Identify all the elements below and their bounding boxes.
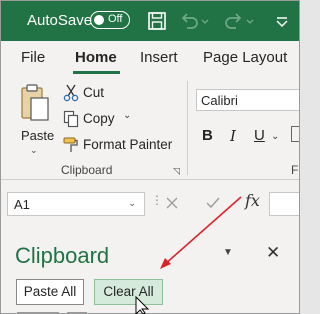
toggle-knob xyxy=(94,14,104,25)
bold-button[interactable]: B xyxy=(202,127,213,144)
active-tab-indicator xyxy=(73,71,120,74)
borders-icon[interactable] xyxy=(291,126,299,142)
tab-page-layout[interactable]: Page Layout xyxy=(203,49,287,66)
format-painter-icon xyxy=(63,137,78,152)
italic-button[interactable]: I xyxy=(230,127,236,145)
customize-chevron-icon[interactable] xyxy=(271,10,293,32)
name-box-value: A1 xyxy=(14,197,30,212)
font-group-label: F xyxy=(291,163,299,177)
excel-window: AutoSave Off File Home Insert Page Layou… xyxy=(0,0,300,314)
formula-input[interactable] xyxy=(269,192,299,216)
title-bar: AutoSave Off xyxy=(1,1,299,41)
scissors-icon xyxy=(63,84,79,102)
autosave-toggle[interactable]: Off xyxy=(90,11,130,29)
formula-bar: A1 ⌄ ⋮ fx xyxy=(1,187,299,221)
chevron-down-icon[interactable]: ⌄ xyxy=(123,110,131,121)
tab-file[interactable]: File xyxy=(21,49,45,66)
splitter-handle[interactable]: ⋮ xyxy=(151,193,163,207)
redo-icon[interactable] xyxy=(223,10,245,32)
pane-options-icon[interactable]: ▼ xyxy=(223,247,233,258)
font-name-box[interactable]: Calibri xyxy=(196,89,299,111)
toggle-state: Off xyxy=(108,13,123,25)
format-painter-label: Format Painter xyxy=(83,137,173,152)
cut-label: Cut xyxy=(83,85,105,100)
copy-label: Copy xyxy=(83,111,115,126)
copy-button[interactable]: Copy ⌄ xyxy=(61,109,137,129)
copy-icon xyxy=(63,110,79,128)
dialog-launcher-icon[interactable]: ◹ xyxy=(173,166,180,177)
tab-insert[interactable]: Insert xyxy=(140,49,178,66)
ribbon: Paste ⌄ Cut Copy ⌄ Format Painter Clipbo… xyxy=(1,75,299,180)
paste-icon xyxy=(21,84,49,121)
undo-icon[interactable] xyxy=(178,10,200,32)
format-painter-button[interactable]: Format Painter xyxy=(61,135,181,155)
name-box[interactable]: A1 ⌄ xyxy=(7,192,145,216)
insert-function-button[interactable]: fx xyxy=(245,191,260,210)
paste-button[interactable]: Paste ⌄ xyxy=(13,83,57,155)
clipboard-group-label: Clipboard xyxy=(61,163,113,177)
pane-title: Clipboard xyxy=(15,243,110,268)
cancel-icon[interactable] xyxy=(164,195,180,211)
save-icon[interactable] xyxy=(146,10,168,32)
group-separator xyxy=(187,81,188,175)
paste-all-button[interactable]: Paste All xyxy=(16,279,84,305)
underline-button[interactable]: U xyxy=(254,127,265,144)
ribbon-tabs: File Home Insert Page Layout xyxy=(1,41,299,75)
clear-all-button[interactable]: Clear All xyxy=(94,279,163,305)
tab-home[interactable]: Home xyxy=(75,49,117,66)
chevron-down-icon[interactable]: ⌄ xyxy=(271,131,279,142)
clipboard-pane: Clipboard ▼ ✕ Paste All Clear All xyxy=(1,223,299,313)
chevron-down-icon[interactable]: ⌄ xyxy=(30,145,38,156)
redo-dropdown-icon[interactable] xyxy=(245,10,255,32)
paste-label: Paste xyxy=(21,128,55,143)
undo-dropdown-icon[interactable] xyxy=(200,10,210,32)
close-icon[interactable]: ✕ xyxy=(266,243,280,263)
enter-check-icon[interactable] xyxy=(205,195,221,211)
autosave-label: AutoSave xyxy=(27,12,93,29)
chevron-down-icon[interactable]: ⌄ xyxy=(128,198,136,209)
font-name-value: Calibri xyxy=(201,93,238,108)
